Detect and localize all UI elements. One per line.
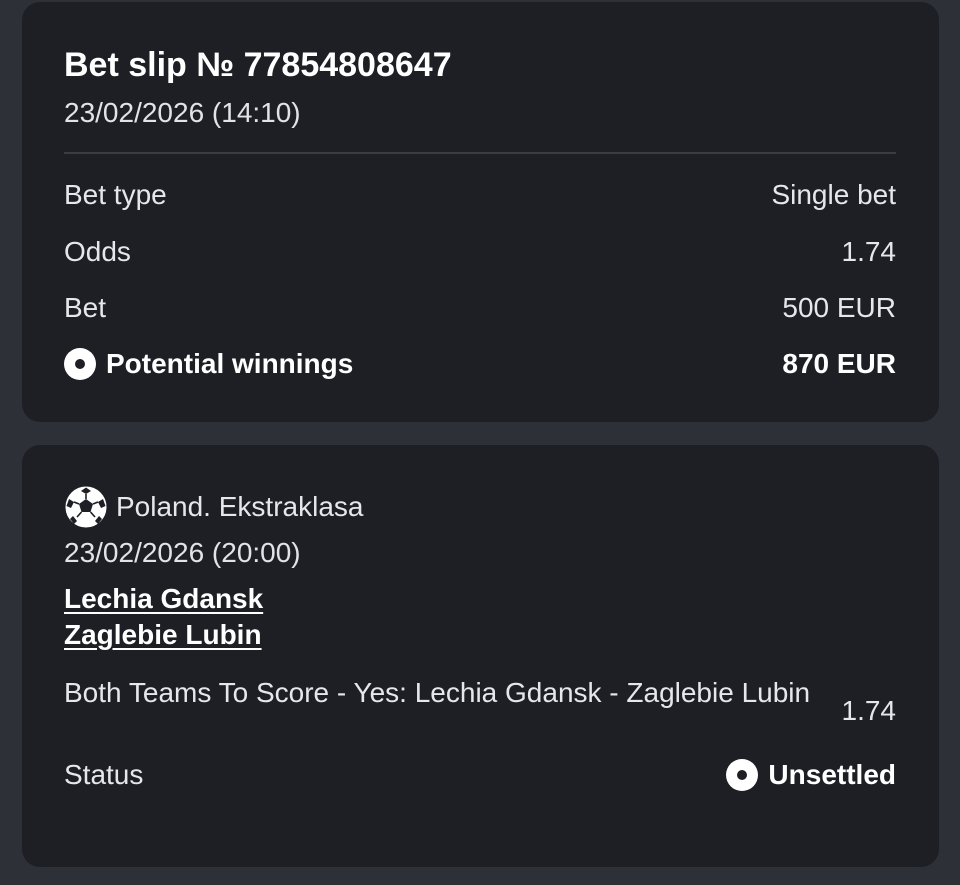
selection-odds: 1.74 [841, 695, 897, 726]
bet-event-card: Poland. Ekstraklasa 23/02/2026 (20:00) L… [22, 445, 939, 867]
potential-winnings-value: 870 EUR [782, 348, 896, 379]
odds-value: 1.74 [841, 236, 897, 267]
market-selection: Both Teams To Score - Yes: Lechia Gdansk… [64, 677, 811, 708]
bet-type-row: Bet type Single bet [64, 175, 896, 215]
bet-slip-title: Bet slip № 77854808647 [64, 46, 452, 84]
stake-row: Bet 500 EUR [64, 288, 896, 328]
status-label: Status [64, 759, 144, 790]
radio-dot-icon [726, 759, 759, 791]
radio-dot-icon [64, 348, 96, 380]
bet-type-label: Bet type [64, 179, 167, 210]
bet-slip-date: 23/02/2026 (14:10) [64, 97, 301, 128]
bet-type-value: Single bet [771, 179, 896, 210]
home-team-link[interactable]: Lechia Gdansk [64, 583, 263, 615]
away-team-link[interactable]: Zaglebie Lubin [64, 619, 262, 651]
stake-value: 500 EUR [782, 292, 896, 323]
stake-label: Bet [64, 292, 107, 323]
status-value-group: Unsettled [726, 759, 896, 791]
league-header: Poland. Ekstraklasa [64, 485, 363, 529]
league-name: Poland. Ekstraklasa [116, 491, 364, 522]
divider [64, 152, 896, 154]
potential-winnings-row: Potential winnings 870 EUR [64, 344, 896, 384]
soccer-ball-icon [65, 486, 107, 528]
status-value: Unsettled [768, 759, 896, 790]
status-row: Status Unsettled [64, 755, 896, 795]
odds-label: Odds [64, 236, 131, 267]
potential-winnings-label: Potential winnings [106, 348, 354, 379]
odds-row: Odds 1.74 [64, 232, 896, 272]
event-date: 23/02/2026 (20:00) [64, 537, 301, 568]
bet-slip-summary-card: Bet slip № 77854808647 23/02/2026 (14:10… [22, 2, 939, 422]
potential-winnings-label-group: Potential winnings [64, 348, 353, 380]
